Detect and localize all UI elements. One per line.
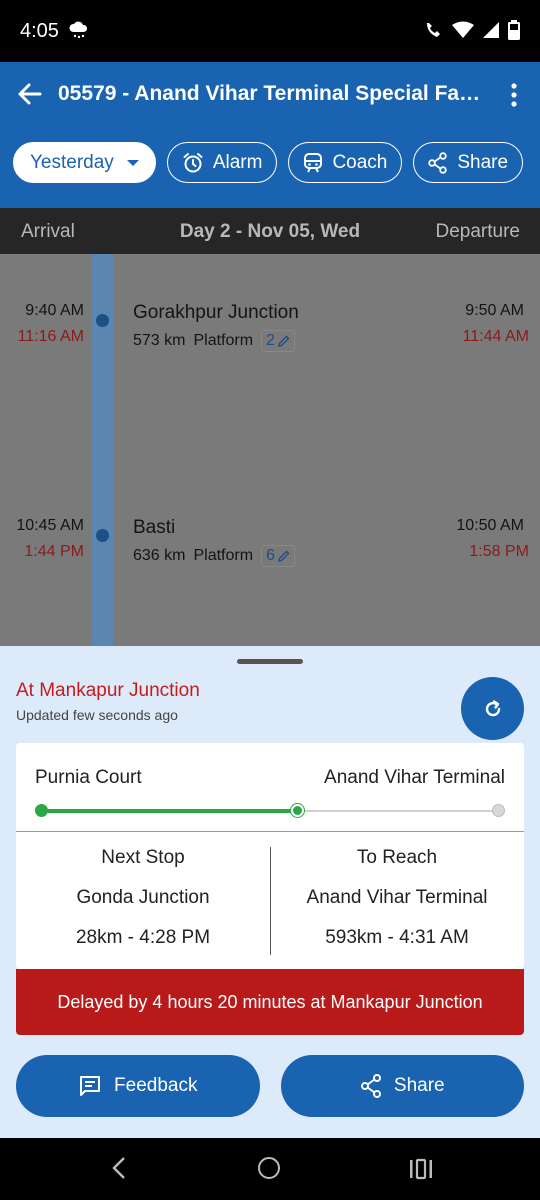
- arrival-actual: 11:16 AM: [17, 328, 84, 345]
- refresh-button[interactable]: [461, 677, 524, 740]
- pencil-icon: [278, 335, 290, 347]
- share-button[interactable]: Share: [280, 1055, 524, 1117]
- to-reach-eta: 593km - 4:31 AM: [325, 927, 469, 948]
- next-stop-eta: 28km - 4:28 PM: [75, 927, 211, 948]
- station-name: Gorakhpur Junction: [133, 302, 299, 323]
- departure-scheduled: 10:50 AM: [456, 517, 524, 534]
- drag-handle[interactable]: [237, 659, 303, 664]
- feedback-icon: [80, 1076, 101, 1096]
- station-distance: 636 km: [133, 547, 186, 564]
- platform-edit-button[interactable]: 2: [261, 330, 295, 352]
- stop-row[interactable]: 10:45 AM 1:44 PM Basti 636 km Platform 6…: [0, 517, 540, 597]
- alarm-clock-icon: [183, 152, 203, 172]
- nav-back-icon[interactable]: [110, 1156, 128, 1180]
- battery-icon: [508, 20, 520, 40]
- divider: [16, 831, 524, 832]
- next-stop-column: Next Stop Gonda Junction 28km - 4:28 PM: [16, 847, 270, 967]
- share-chip-label: Share: [457, 151, 509, 173]
- stop-row[interactable]: 9:40 AM 11:16 AM Gorakhpur Junction 573 …: [0, 302, 540, 382]
- progress-fill: [41, 809, 297, 813]
- status-icons: [424, 20, 520, 40]
- destination-station: Anand Vihar Terminal: [324, 767, 505, 788]
- platform-label: Platform: [193, 332, 254, 349]
- progress-start-dot: [35, 804, 48, 817]
- cloud-rain-icon: [68, 20, 90, 45]
- to-reach-label: To Reach: [356, 847, 438, 868]
- wifi-call-icon: [427, 23, 440, 37]
- refresh-icon: [485, 699, 500, 716]
- page-title: 05579 - Anand Vihar Terminal Special Far…: [58, 82, 488, 105]
- coach-chip[interactable]: Coach: [288, 142, 403, 183]
- arrival-actual: 1:44 PM: [24, 543, 84, 560]
- timeline[interactable]: 9:40 AM 11:16 AM Gorakhpur Junction 573 …: [0, 254, 540, 646]
- stop-dot: [96, 314, 109, 327]
- more-options-button[interactable]: [502, 80, 526, 110]
- feedback-button-label: Feedback: [114, 1075, 198, 1096]
- day-header: Arrival Day 2 - Nov 05, Wed Departure: [0, 208, 540, 254]
- nav-home-icon[interactable]: [258, 1157, 280, 1179]
- progress-current-dot: [290, 804, 304, 817]
- share-button-label: Share: [393, 1075, 445, 1096]
- progress-end-dot: [492, 804, 505, 817]
- departure-scheduled: 9:50 AM: [465, 302, 524, 319]
- platform-edit-button[interactable]: 6: [261, 545, 295, 567]
- caret-down-icon: [126, 159, 139, 166]
- status-bar: 4:05: [0, 0, 540, 62]
- date-chip-label: Yesterday: [30, 151, 114, 173]
- stop-meta: 636 km Platform 6: [133, 545, 295, 567]
- feedback-button[interactable]: Feedback: [16, 1055, 260, 1117]
- more-vertical-icon: [511, 83, 517, 107]
- alarm-chip-label: Alarm: [212, 151, 263, 173]
- station-name: Basti: [133, 517, 176, 538]
- status-time: 4:05: [20, 20, 59, 42]
- origin-station: Purnia Court: [35, 767, 142, 788]
- departure-actual: 1:58 PM: [469, 543, 529, 560]
- stop-meta: 573 km Platform 2: [133, 330, 295, 352]
- nav-recents-icon[interactable]: [409, 1158, 433, 1180]
- arrow-left-icon: [18, 83, 42, 105]
- journey-card: Purnia Court Anand Vihar Terminal Next S…: [16, 743, 524, 969]
- date-dropdown-chip[interactable]: Yesterday: [13, 142, 156, 183]
- pencil-icon: [278, 550, 290, 562]
- delay-banner: Delayed by 4 hours 20 minutes at Mankapu…: [16, 969, 524, 1035]
- arrival-scheduled: 10:45 AM: [16, 517, 84, 534]
- share-icon: [428, 151, 448, 174]
- signal-icon: [483, 22, 499, 38]
- coach-chip-label: Coach: [332, 151, 388, 173]
- chip-row: Yesterday Alarm Coach Share: [13, 142, 524, 183]
- journey-progress: [35, 804, 505, 817]
- last-updated: Updated few seconds ago: [16, 707, 178, 723]
- alarm-chip[interactable]: Alarm: [166, 142, 278, 183]
- live-status-sheet: At Mankapur Junction Updated few seconds…: [0, 646, 540, 1138]
- current-location: At Mankapur Junction: [16, 680, 200, 701]
- share-icon: [360, 1074, 381, 1098]
- share-chip[interactable]: Share: [413, 142, 524, 183]
- station-distance: 573 km: [133, 332, 186, 349]
- platform-number: 6: [266, 547, 275, 564]
- next-stop-name: Gonda Junction: [76, 887, 210, 908]
- departure-actual: 11:44 AM: [462, 328, 529, 345]
- to-reach-name: Anand Vihar Terminal: [306, 887, 488, 908]
- action-buttons: Feedback Share: [16, 1055, 524, 1117]
- system-nav-bar: [0, 1138, 540, 1200]
- back-button[interactable]: [14, 78, 46, 110]
- wifi-icon: [452, 21, 474, 38]
- platform-label: Platform: [193, 547, 254, 564]
- departure-column-header: Departure: [435, 221, 521, 242]
- app-bar: 05579 - Anand Vihar Terminal Special Far…: [0, 62, 540, 208]
- next-stop-label: Next Stop: [101, 847, 185, 868]
- to-reach-column: To Reach Anand Vihar Terminal 593km - 4:…: [270, 847, 524, 967]
- stop-dot: [96, 529, 109, 542]
- train-icon: [304, 152, 323, 172]
- platform-number: 2: [266, 332, 275, 349]
- arrival-scheduled: 9:40 AM: [25, 302, 84, 319]
